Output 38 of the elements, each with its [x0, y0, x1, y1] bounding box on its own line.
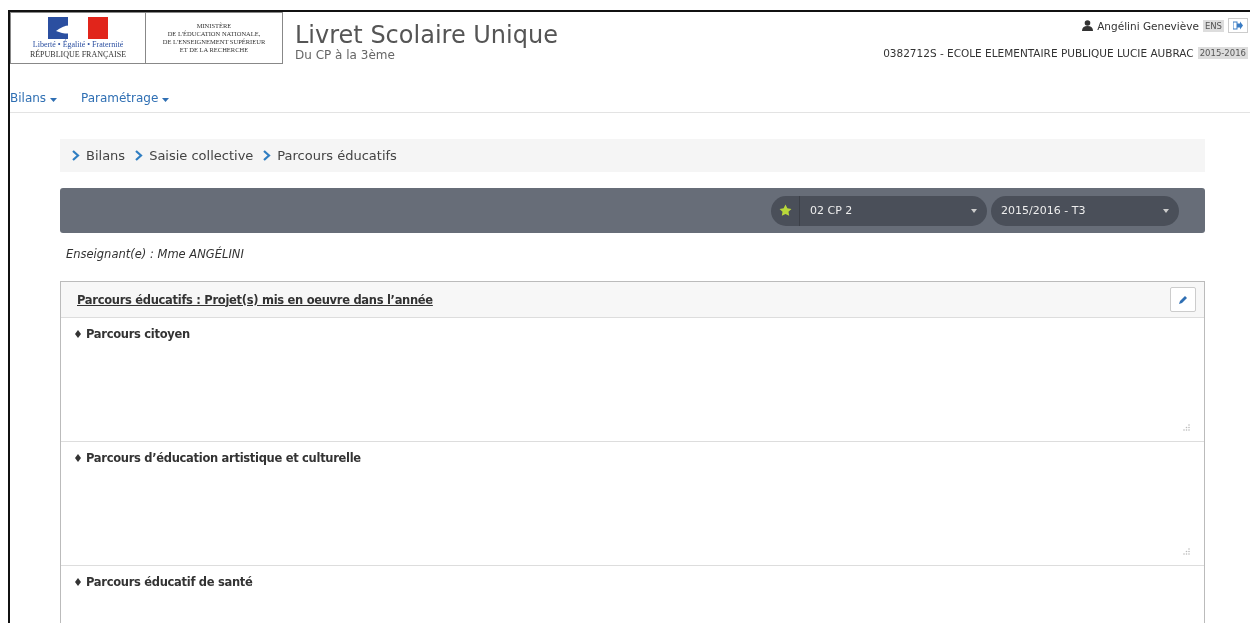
resize-grip-icon — [1183, 548, 1190, 555]
diamond-bullet-icon — [75, 454, 81, 462]
nav-menu[interactable]: Paramétrage — [80, 91, 170, 105]
class-select[interactable]: 02 CP 2 — [771, 195, 987, 226]
period-select[interactable]: 2015/2016 - T3 — [991, 195, 1179, 226]
resize-grip-icon — [1183, 424, 1190, 431]
school-name: 0382712S - ECOLE ELEMENTAIRE PUBLIQUE LUCIE AUBRAC — [883, 47, 1194, 59]
logo-caption: RÉPUBLIQUE FRANÇAISE — [29, 50, 127, 59]
user-name: Angélini Geneviève — [1097, 19, 1199, 32]
app-title: Livret Scolaire Unique — [295, 22, 558, 48]
section-label: Parcours d’éducation artistique et culturelle — [86, 451, 361, 465]
breadcrumb-link[interactable]: Saisie collective — [135, 148, 254, 163]
section-label: Parcours citoyen — [86, 327, 190, 341]
diamond-bullet-icon — [75, 330, 81, 338]
logout-button[interactable] — [1228, 18, 1248, 33]
chevron-icon — [72, 150, 80, 161]
panel-title: Parcours éducatifs : Projet(s) mis en oeuvre dans l’année — [77, 292, 433, 307]
diamond-bullet-icon — [75, 578, 81, 586]
nav-menu[interactable]: Bilans — [10, 91, 57, 105]
role-badge: ENS — [1202, 19, 1224, 32]
breadcrumb-link[interactable]: Bilans — [72, 148, 126, 163]
pencil-icon — [1178, 294, 1188, 305]
year-badge: 2015-2016 — [1197, 47, 1248, 59]
caret-icon — [49, 98, 57, 102]
user-icon — [1082, 20, 1094, 31]
edit-button[interactable] — [1170, 287, 1196, 312]
caret-icon — [162, 98, 170, 102]
caret-icon — [971, 208, 977, 213]
logout-icon — [1233, 21, 1243, 30]
chevron-icon — [263, 150, 272, 161]
teacher-label: Enseignant(e) : Mme ANGÉLINI — [65, 245, 245, 263]
logo-motto: Liberté • Égalité • Fraternité — [32, 40, 124, 49]
app-subtitle: Du CP à la 3ème — [295, 48, 396, 62]
section-label: Parcours éducatif de santé — [86, 575, 253, 589]
breadcrumb-link[interactable]: Parcours éducatifs — [263, 148, 397, 163]
caret-icon — [1163, 208, 1169, 213]
marianne-flag-icon — [48, 17, 108, 39]
chevron-icon — [135, 150, 144, 161]
